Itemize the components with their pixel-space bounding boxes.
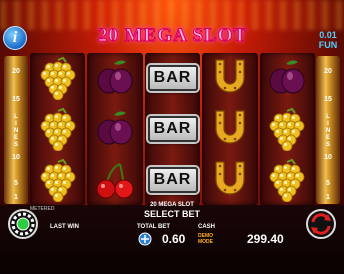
demo-mode-label: DEMO MODE (198, 233, 213, 245)
reel-5 (259, 53, 316, 205)
line-number[interactable]: 20 (4, 68, 28, 75)
info-button[interactable]: i (3, 26, 27, 50)
line-number[interactable]: 1 (316, 194, 340, 201)
grapes-icon (33, 158, 83, 202)
lines-label: LINES (325, 114, 331, 148)
bar-symbol: BAR (147, 158, 198, 202)
grapes-icon (262, 158, 312, 202)
reel-1 (30, 53, 86, 205)
grapes-icon (33, 56, 83, 101)
fun-label: FUN (318, 40, 338, 50)
autoplay-button[interactable] (304, 207, 338, 241)
plum-icon (90, 56, 140, 100)
reel-4 (202, 53, 258, 205)
grapes-icon (33, 107, 83, 151)
total-bet-value: 0.60 (162, 232, 186, 246)
reels-area: BAR BAR BAR (30, 53, 316, 205)
line-number[interactable]: 5 (316, 180, 340, 187)
bar-symbol-label: BAR (147, 166, 198, 193)
reel-2 (87, 53, 143, 205)
bar-symbol-label: BAR (147, 65, 198, 92)
line-number[interactable]: 20 (316, 68, 340, 75)
game-title: 20 MEGA SLOT (97, 25, 248, 47)
fun-balance: 0.01 FUN (315, 30, 341, 50)
bar-symbol: BAR (147, 107, 198, 151)
line-number[interactable]: 15 (316, 96, 340, 103)
lines-rail-left: 20 15 LINES 10 5 1 (4, 56, 28, 204)
plum-icon (262, 56, 312, 100)
horseshoe-icon (205, 158, 255, 202)
fun-value: 0.01 (319, 30, 337, 40)
line-number[interactable]: 15 (4, 96, 28, 103)
bar-symbol: BAR (147, 56, 198, 100)
horseshoe-icon (205, 107, 255, 151)
reel-3: BAR BAR BAR (144, 53, 201, 205)
cash-label: CASH (198, 224, 216, 230)
grapes-icon (262, 107, 312, 151)
total-bet-label: TOTAL BET (137, 224, 170, 230)
last-win-label: LAST WIN (50, 224, 79, 230)
game-name-label: 20 MEGA SLOT (150, 202, 194, 208)
lines-label: LINES (13, 114, 19, 148)
cherries-icon (90, 158, 140, 202)
line-number[interactable]: 10 (4, 154, 28, 161)
select-bet-button[interactable]: SELECT BET (0, 209, 344, 219)
line-number[interactable]: 5 (4, 180, 28, 187)
line-number[interactable]: 1 (4, 194, 28, 201)
plum-icon (90, 107, 140, 151)
spin-button[interactable] (6, 207, 40, 241)
horseshoe-icon (205, 56, 255, 100)
bet-adjust-icon[interactable] (138, 232, 152, 246)
cash-value: 299.40 (247, 232, 284, 246)
bar-symbol-label: BAR (147, 115, 198, 142)
line-number[interactable]: 10 (316, 154, 340, 161)
lines-rail-right: 20 15 LINES 10 5 1 (316, 56, 340, 204)
mode-line: MODE (198, 239, 213, 245)
